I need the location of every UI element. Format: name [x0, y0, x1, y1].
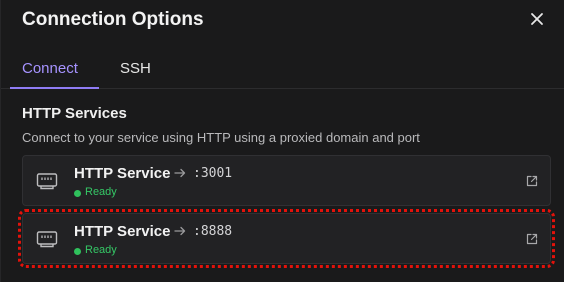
- tab-ssh[interactable]: SSH: [120, 49, 151, 89]
- status-dot: [74, 190, 81, 197]
- service-port: :8888: [193, 224, 233, 239]
- tab-connect[interactable]: Connect: [22, 49, 79, 89]
- service-card[interactable]: HTTP Service :8888 Ready: [18, 209, 555, 268]
- section-title: HTTP Services: [22, 105, 127, 122]
- close-icon[interactable]: [530, 12, 544, 26]
- arrow-right-icon: [174, 167, 186, 179]
- status-dot: [74, 248, 81, 255]
- section-description: Connect to your service using HTTP using…: [22, 130, 420, 145]
- external-link-icon[interactable]: [526, 233, 538, 245]
- dialog-title: Connection Options: [22, 9, 204, 30]
- external-link-icon[interactable]: [526, 175, 538, 187]
- arrow-right-icon: [174, 225, 186, 237]
- service-name: HTTP Service: [74, 165, 171, 182]
- tab-bar: Connect SSH: [1, 49, 564, 89]
- dialog-header: Connection Options: [1, 0, 564, 44]
- ethernet-port-icon: [36, 229, 58, 249]
- service-card[interactable]: HTTP Service :3001 Ready: [22, 155, 551, 206]
- connection-options-dialog: Connection Options Connect SSH HTTP Serv…: [0, 0, 564, 282]
- ethernet-port-icon: [36, 171, 58, 191]
- service-status: Ready: [85, 186, 117, 198]
- active-tab-indicator: [10, 87, 99, 89]
- service-port: :3001: [193, 166, 233, 181]
- service-status: Ready: [85, 244, 117, 256]
- service-name: HTTP Service: [74, 223, 171, 240]
